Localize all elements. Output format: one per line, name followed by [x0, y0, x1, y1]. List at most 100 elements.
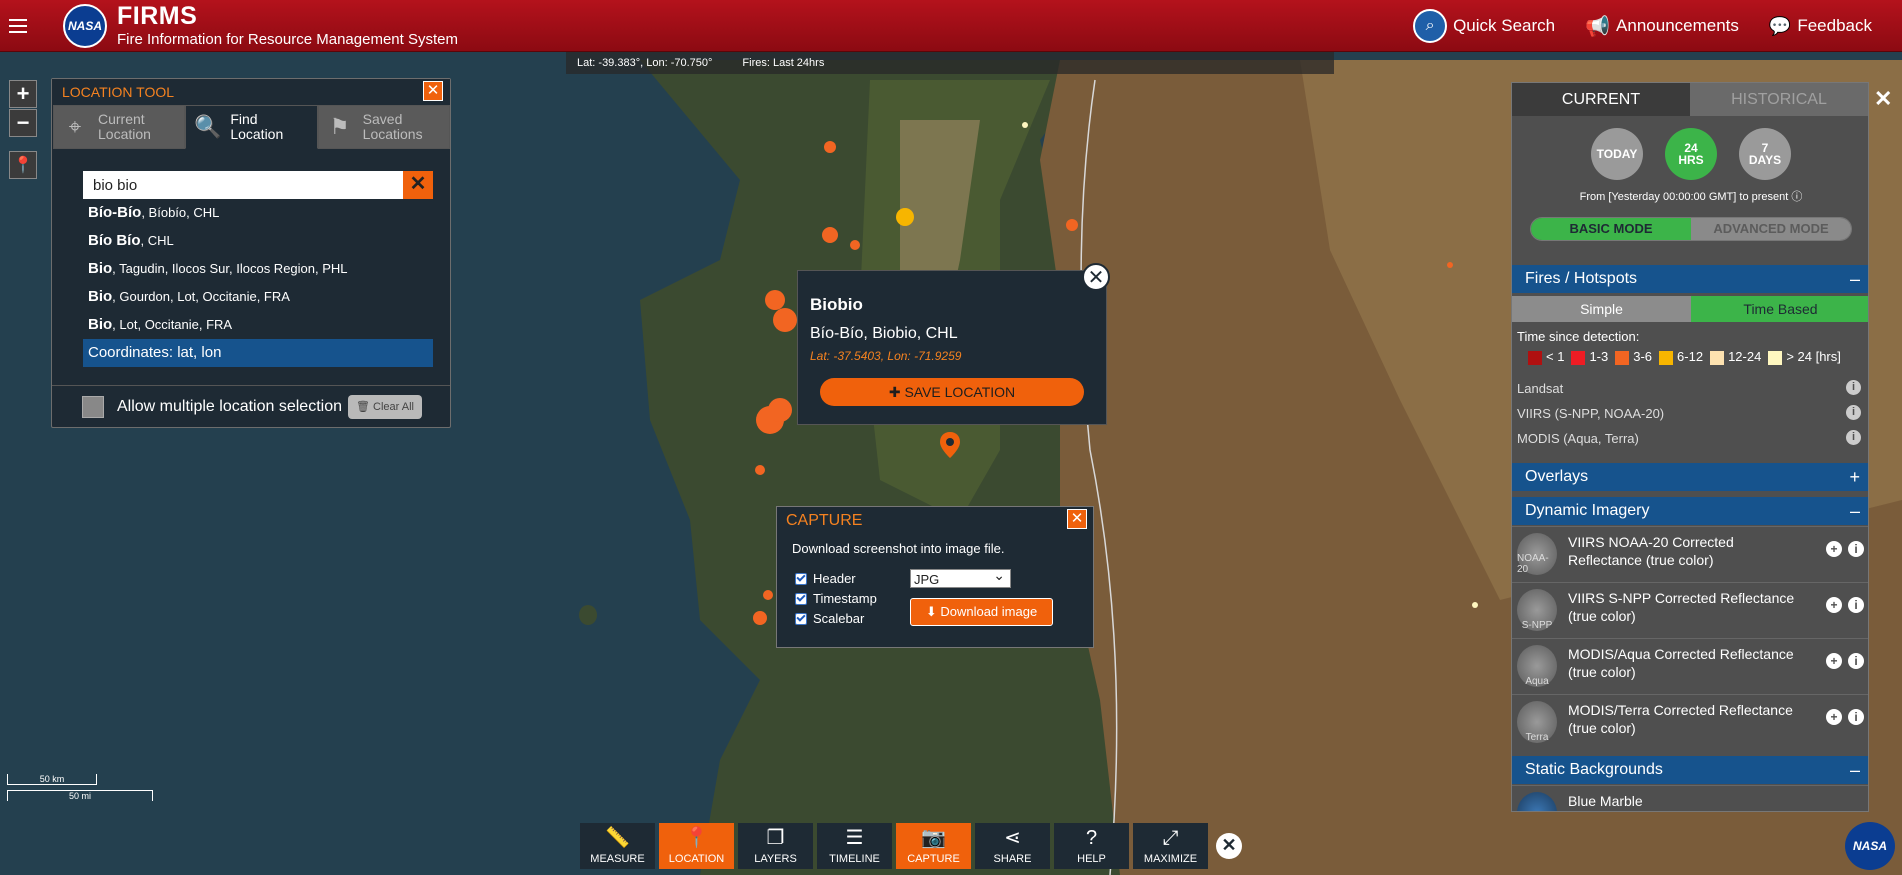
result-item[interactable]: Bio, Lot, Occitanie, FRA: [83, 311, 433, 339]
location-search-input[interactable]: [83, 171, 403, 199]
add-layer-icon[interactable]: +: [1826, 709, 1842, 725]
imagery-thumbnail: Aqua: [1517, 645, 1557, 687]
result-item[interactable]: Bío-Bío, Bíobío, CHL: [83, 199, 433, 227]
measure-button[interactable]: 📏 MEASURE: [580, 823, 655, 869]
maximize-icon: ⤢: [1162, 827, 1179, 849]
legend-swatch: [1571, 350, 1586, 365]
info-icon[interactable]: i: [1846, 430, 1861, 445]
info-icon[interactable]: ⓘ: [1791, 191, 1802, 203]
toolbar-label: LOCATION: [668, 853, 725, 865]
capture-close-button[interactable]: ✕: [1067, 509, 1087, 529]
legend-label: 1-3: [1589, 349, 1609, 364]
info-icon[interactable]: i: [1848, 653, 1864, 669]
header-checkbox[interactable]: [795, 572, 807, 585]
imagery-item[interactable]: NOAA-20 VIIRS NOAA-20 Corrected Reflecta…: [1512, 526, 1868, 580]
coordinates-item[interactable]: Coordinates: lat, lon: [83, 339, 433, 367]
help-button[interactable]: ? HELP: [1054, 823, 1129, 869]
flag-icon: ⚑: [329, 114, 350, 140]
timestamp-option[interactable]: Timestamp: [795, 591, 877, 606]
clear-all-button[interactable]: 🗑 Clear All: [348, 394, 422, 419]
scalebar-option[interactable]: Scalebar: [795, 611, 864, 626]
share-icon: ⋖: [1004, 827, 1021, 849]
save-location-button[interactable]: ✚ SAVE LOCATION: [820, 378, 1084, 406]
add-layer-icon[interactable]: +: [1826, 597, 1842, 613]
zoom-in-button[interactable]: +: [9, 80, 37, 108]
popup-close-button[interactable]: ✕: [1082, 263, 1110, 291]
layers-button[interactable]: ❐ LAYERS: [738, 823, 813, 869]
24hrs-button[interactable]: 24 HRS: [1665, 128, 1717, 180]
legend-label: < 1: [1546, 349, 1565, 364]
timeline-button[interactable]: ☰ TIMELINE: [817, 823, 892, 869]
share-button[interactable]: ⋖ SHARE: [975, 823, 1050, 869]
result-item[interactable]: Bío Bío, CHL: [83, 227, 433, 255]
header-option[interactable]: Header: [795, 571, 856, 586]
info-icon[interactable]: i: [1846, 405, 1861, 420]
result-name: Bío Bío: [88, 232, 141, 249]
imagery-item[interactable]: Terra MODIS/Terra Corrected Reflectance …: [1512, 694, 1868, 748]
clear-search-button[interactable]: ✕: [403, 171, 433, 199]
nasa-logo[interactable]: NASA: [1845, 822, 1895, 870]
location-tool-close-button[interactable]: ✕: [423, 81, 443, 101]
time-based-button[interactable]: Time Based: [1691, 296, 1868, 322]
result-item[interactable]: Bio, Gourdon, Lot, Occitanie, FRA: [83, 283, 433, 311]
tab-label: Location: [230, 126, 284, 142]
result-item[interactable]: Bio, Tagudin, Ilocos Sur, Ilocos Region,…: [83, 255, 433, 283]
toolbar-close-button[interactable]: ✕: [1216, 833, 1242, 859]
maximize-button[interactable]: ⤢ MAXIMIZE: [1133, 823, 1208, 869]
allow-multiple-checkbox[interactable]: [82, 395, 104, 418]
zoom-out-button[interactable]: −: [9, 109, 37, 137]
result-name: Bío-Bío: [88, 204, 142, 221]
advanced-mode-button[interactable]: ADVANCED MODE: [1691, 218, 1851, 240]
result-name: Bio: [88, 316, 113, 333]
menu-icon[interactable]: [0, 0, 36, 52]
tab-current-location[interactable]: ⌖ Current Location: [53, 105, 186, 149]
tab-saved-locations[interactable]: ⚑ Saved Locations: [317, 105, 450, 149]
info-icon[interactable]: i: [1846, 380, 1861, 395]
map-pin-icon[interactable]: [940, 432, 960, 458]
add-layer-icon[interactable]: +: [1826, 653, 1842, 669]
chat-icon: 💬: [1768, 15, 1792, 36]
capture-button[interactable]: 📷 CAPTURE: [896, 823, 971, 869]
dynamic-imagery-section-header[interactable]: Dynamic Imagery –: [1512, 497, 1868, 525]
add-layer-icon[interactable]: +: [1826, 541, 1842, 557]
location-pin-button[interactable]: 📍: [9, 151, 37, 179]
imagery-item[interactable]: Blue Marble: [1512, 785, 1868, 811]
tab-find-location[interactable]: 🔍 Find Location: [185, 105, 318, 149]
toolbar-label: TIMELINE: [829, 853, 880, 865]
imagery-item[interactable]: Aqua MODIS/Aqua Corrected Reflectance (t…: [1512, 638, 1868, 692]
announcements-button[interactable]: 📢 Announcements: [1585, 14, 1739, 39]
tab-historical[interactable]: HISTORICAL: [1690, 83, 1868, 116]
nasa-logo[interactable]: NASA: [63, 3, 107, 48]
info-icon[interactable]: i: [1848, 597, 1864, 613]
expand-icon[interactable]: +: [1849, 463, 1860, 491]
quick-search-button[interactable]: ⌕ Quick Search: [1413, 9, 1555, 43]
bottom-toolbar: 📏 MEASURE 📍 LOCATION ❐ LAYERS ☰ TIMELINE 📷 CA…: [580, 823, 1242, 869]
panel-close-button[interactable]: ✕: [1874, 86, 1892, 112]
legend-label: 12-24: [1728, 349, 1762, 364]
collapse-icon[interactable]: –: [1850, 265, 1860, 293]
imagery-thumbnail: Terra: [1517, 701, 1557, 743]
7days-button[interactable]: 7 DAYS: [1739, 128, 1791, 180]
timestamp-checkbox[interactable]: [795, 592, 807, 605]
tab-current[interactable]: CURRENT: [1512, 83, 1690, 116]
collapse-icon[interactable]: –: [1850, 756, 1860, 784]
legend-item: < 1: [1528, 349, 1564, 365]
today-button[interactable]: TODAY: [1591, 128, 1643, 180]
simple-button[interactable]: Simple: [1512, 296, 1691, 322]
location-button[interactable]: 📍 LOCATION: [659, 823, 734, 869]
basic-mode-button[interactable]: BASIC MODE: [1531, 218, 1691, 240]
overlays-section-header[interactable]: Overlays +: [1512, 463, 1868, 491]
scalebar-checkbox[interactable]: [795, 612, 807, 625]
download-image-button[interactable]: ⬇ Download image: [910, 598, 1053, 626]
time-range-note: From [Yesterday 00:00:00 GMT] to present…: [1512, 188, 1868, 204]
info-icon[interactable]: i: [1848, 541, 1864, 557]
imagery-item[interactable]: S-NPP VIIRS S-NPP Corrected Reflectance …: [1512, 582, 1868, 636]
legend-item: 12-24: [1710, 349, 1761, 365]
static-backgrounds-section-header[interactable]: Static Backgrounds –: [1512, 756, 1868, 784]
crosshair-icon: ⌖: [68, 114, 82, 140]
feedback-button[interactable]: 💬 Feedback: [1769, 16, 1872, 37]
format-select[interactable]: JPG: [910, 566, 1011, 588]
collapse-icon[interactable]: –: [1850, 497, 1860, 525]
info-icon[interactable]: i: [1848, 709, 1864, 725]
fires-section-header[interactable]: Fires / Hotspots –: [1512, 265, 1868, 293]
